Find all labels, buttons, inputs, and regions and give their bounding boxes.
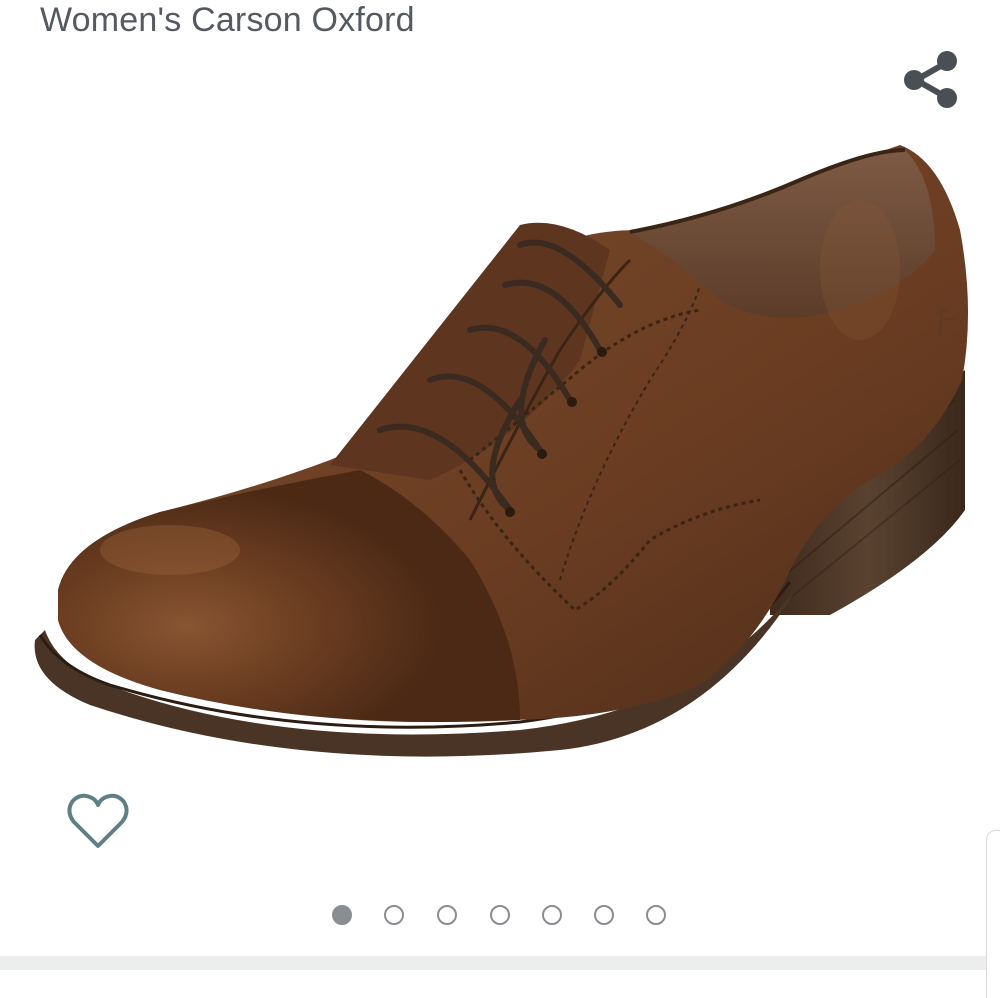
carousel-dot-2[interactable] <box>384 905 404 925</box>
product-detail-page: Women's Carson Oxford <box>0 0 1000 998</box>
add-to-wishlist-button[interactable] <box>62 786 134 858</box>
floating-panel-edge <box>986 830 1000 998</box>
product-image[interactable] <box>0 120 1000 800</box>
share-button[interactable] <box>896 46 964 114</box>
share-icon <box>904 51 957 108</box>
carousel-dot-6[interactable] <box>594 905 614 925</box>
carousel-dot-1[interactable] <box>332 905 352 925</box>
product-title: Women's Carson Oxford <box>40 1 415 39</box>
oxford-shoe-image <box>34 145 969 757</box>
image-carousel-indicator <box>0 902 1000 932</box>
heart-outline-icon <box>67 793 129 848</box>
carousel-dot-7[interactable] <box>646 905 666 925</box>
carousel-dot-3[interactable] <box>437 905 457 925</box>
section-divider <box>0 956 1000 970</box>
carousel-dot-4[interactable] <box>490 905 510 925</box>
carousel-dot-5[interactable] <box>542 905 562 925</box>
